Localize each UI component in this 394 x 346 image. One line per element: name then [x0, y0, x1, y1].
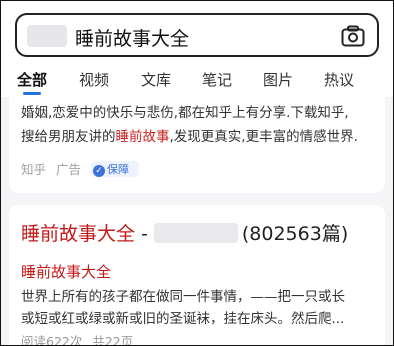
ad-result-card[interactable]: 婚姻,恋爱中的快乐与悲伤,都在知乎上有分享.下载知乎, 搜给男朋友讲的睡前故事,…: [9, 97, 385, 193]
active-tab-indicator: [23, 92, 41, 95]
ad-description-line1: 婚姻,恋爱中的快乐与悲伤,都在知乎上有分享.下载知乎,: [21, 105, 349, 121]
tab-images[interactable]: 图片: [263, 69, 293, 90]
result-subtitle[interactable]: 睡前故事大全: [21, 261, 111, 282]
ad-description-line2: 搜给男朋友讲的睡前故事,发现更真实,更丰富的情感世界.: [21, 129, 358, 145]
camera-icon[interactable]: [341, 25, 365, 47]
result-title[interactable]: 睡前故事大全 - (802563篇): [21, 219, 348, 246]
page-count: 共22页: [92, 334, 134, 346]
redacted-logo: [27, 25, 67, 47]
screen: 睡前故事大全 全部 视频 文库 笔记 图片 热议 婚姻,恋爱中的快乐与悲伤,都在…: [0, 0, 394, 346]
tab-library[interactable]: 文库: [141, 69, 171, 90]
redacted-source: [153, 223, 238, 243]
search-result-card[interactable]: 睡前故事大全 - (802563篇) 睡前故事大全 世界上所有的孩子都在做同一件事情…: [9, 205, 385, 346]
tab-bar: 全部 视频 文库 笔记 图片 热议: [1, 65, 393, 95]
header: 睡前故事大全 全部 视频 文库 笔记 图片 热议: [1, 1, 393, 97]
read-count: 阅读622次: [21, 334, 83, 346]
tab-notes[interactable]: 笔记: [202, 69, 232, 90]
ad-meta: 知乎 广告 ✓ 保障: [21, 159, 145, 178]
search-query[interactable]: 睡前故事大全: [75, 24, 189, 51]
ad-label: 广告: [56, 162, 82, 177]
check-icon: ✓: [93, 165, 105, 177]
tab-hot[interactable]: 热议: [324, 69, 354, 90]
result-snippet-line2: 或短或红或绿或新或旧的圣诞袜，挂在床头。然后爬...: [21, 311, 345, 327]
result-snippet-line1: 世界上所有的孩子都在做同一件事情，——把一只或长: [21, 289, 345, 305]
result-stats: 阅读622次 共22页: [21, 331, 143, 346]
ad-source: 知乎: [21, 162, 47, 177]
tab-all[interactable]: 全部: [17, 69, 47, 90]
tab-video[interactable]: 视频: [79, 69, 109, 90]
search-bar[interactable]: 睡前故事大全: [15, 13, 379, 57]
guarantee-badge: ✓ 保障: [91, 161, 139, 177]
